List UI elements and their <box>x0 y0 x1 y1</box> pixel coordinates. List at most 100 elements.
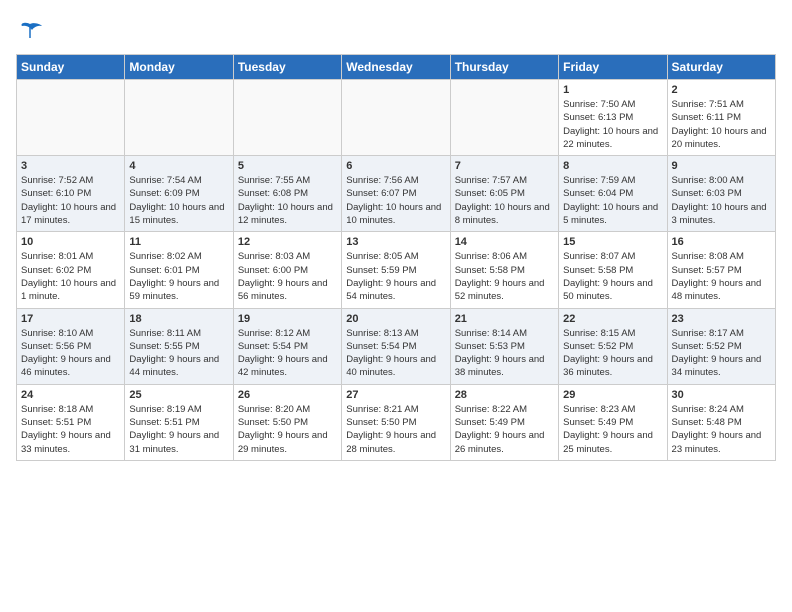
weekday-header: Sunday <box>17 55 125 80</box>
day-info: Sunrise: 8:07 AM Sunset: 5:58 PM Dayligh… <box>563 250 662 303</box>
day-info: Sunrise: 8:12 AM Sunset: 5:54 PM Dayligh… <box>238 327 337 380</box>
calendar-cell: 13Sunrise: 8:05 AM Sunset: 5:59 PM Dayli… <box>342 232 450 308</box>
day-info: Sunrise: 8:13 AM Sunset: 5:54 PM Dayligh… <box>346 327 445 380</box>
day-info: Sunrise: 7:54 AM Sunset: 6:09 PM Dayligh… <box>129 174 228 227</box>
day-number: 14 <box>455 236 554 248</box>
day-number: 26 <box>238 389 337 401</box>
day-number: 27 <box>346 389 445 401</box>
day-info: Sunrise: 8:14 AM Sunset: 5:53 PM Dayligh… <box>455 327 554 380</box>
calendar-cell: 10 Sunrise: 8:01 AM Sunset: 6:02 PM Dayli… <box>17 232 125 308</box>
day-number: 8 <box>563 160 662 172</box>
day-number: 15 <box>563 236 662 248</box>
calendar-cell: 9 Sunrise: 8:00 AM Sunset: 6:03 PM Daylig… <box>667 156 775 232</box>
day-number: 7 <box>455 160 554 172</box>
day-number: 12 <box>238 236 337 248</box>
calendar-cell <box>125 80 233 156</box>
day-number: 9 <box>672 160 771 172</box>
day-info: Sunrise: 8:10 AM Sunset: 5:56 PM Dayligh… <box>21 327 120 380</box>
day-number: 3 <box>21 160 120 172</box>
day-number: 5 <box>238 160 337 172</box>
calendar-cell: 18Sunrise: 8:11 AM Sunset: 5:55 PM Dayli… <box>125 308 233 384</box>
weekday-header: Wednesday <box>342 55 450 80</box>
day-info: Sunrise: 8:20 AM Sunset: 5:50 PM Dayligh… <box>238 403 337 456</box>
day-info: Sunrise: 8:08 AM Sunset: 5:57 PM Dayligh… <box>672 250 771 303</box>
day-info: Sunrise: 7:59 AM Sunset: 6:04 PM Dayligh… <box>563 174 662 227</box>
calendar-week-row: 3 Sunrise: 7:52 AM Sunset: 6:10 PM Daylig… <box>17 156 776 232</box>
logo <box>16 16 48 44</box>
day-info: Sunrise: 8:00 AM Sunset: 6:03 PM Dayligh… <box>672 174 771 227</box>
day-number: 24 <box>21 389 120 401</box>
day-info: Sunrise: 8:21 AM Sunset: 5:50 PM Dayligh… <box>346 403 445 456</box>
day-info: Sunrise: 8:18 AM Sunset: 5:51 PM Dayligh… <box>21 403 120 456</box>
calendar-cell <box>450 80 558 156</box>
day-info: Sunrise: 8:23 AM Sunset: 5:49 PM Dayligh… <box>563 403 662 456</box>
calendar-cell: 3 Sunrise: 7:52 AM Sunset: 6:10 PM Daylig… <box>17 156 125 232</box>
calendar-cell: 30 Sunrise: 8:24 AM Sunset: 5:48 PM Dayli… <box>667 384 775 460</box>
day-info: Sunrise: 8:11 AM Sunset: 5:55 PM Dayligh… <box>129 327 228 380</box>
weekday-header: Thursday <box>450 55 558 80</box>
day-number: 19 <box>238 313 337 325</box>
calendar-cell: 6 Sunrise: 7:56 AM Sunset: 6:07 PM Daylig… <box>342 156 450 232</box>
day-number: 20 <box>346 313 445 325</box>
day-number: 16 <box>672 236 771 248</box>
day-info: Sunrise: 8:01 AM Sunset: 6:02 PM Dayligh… <box>21 250 120 303</box>
calendar-cell: 27 Sunrise: 8:21 AM Sunset: 5:50 PM Dayli… <box>342 384 450 460</box>
day-info: Sunrise: 7:52 AM Sunset: 6:10 PM Dayligh… <box>21 174 120 227</box>
day-number: 25 <box>129 389 228 401</box>
calendar-cell: 7 Sunrise: 7:57 AM Sunset: 6:05 PM Daylig… <box>450 156 558 232</box>
day-number: 10 <box>21 236 120 248</box>
calendar-cell: 8 Sunrise: 7:59 AM Sunset: 6:04 PM Daylig… <box>559 156 667 232</box>
day-info: Sunrise: 7:56 AM Sunset: 6:07 PM Dayligh… <box>346 174 445 227</box>
day-number: 22 <box>563 313 662 325</box>
calendar-week-row: 24 Sunrise: 8:18 AM Sunset: 5:51 PM Dayli… <box>17 384 776 460</box>
calendar-table: SundayMondayTuesdayWednesdayThursdayFrid… <box>16 54 776 461</box>
calendar-cell: 15 Sunrise: 8:07 AM Sunset: 5:58 PM Dayli… <box>559 232 667 308</box>
calendar-cell: 22 Sunrise: 8:15 AM Sunset: 5:52 PM Dayli… <box>559 308 667 384</box>
day-info: Sunrise: 8:15 AM Sunset: 5:52 PM Dayligh… <box>563 327 662 380</box>
calendar-cell <box>233 80 341 156</box>
calendar-cell: 23 Sunrise: 8:17 AM Sunset: 5:52 PM Dayli… <box>667 308 775 384</box>
calendar-cell: 2Sunrise: 7:51 AM Sunset: 6:11 PM Daylig… <box>667 80 775 156</box>
day-number: 2 <box>672 84 771 96</box>
weekday-header: Monday <box>125 55 233 80</box>
calendar-cell <box>342 80 450 156</box>
calendar-cell: 28Sunrise: 8:22 AM Sunset: 5:49 PM Dayli… <box>450 384 558 460</box>
calendar-cell: 29 Sunrise: 8:23 AM Sunset: 5:49 PM Dayli… <box>559 384 667 460</box>
day-info: Sunrise: 8:03 AM Sunset: 6:00 PM Dayligh… <box>238 250 337 303</box>
calendar-cell: 5 Sunrise: 7:55 AM Sunset: 6:08 PM Daylig… <box>233 156 341 232</box>
day-info: Sunrise: 8:22 AM Sunset: 5:49 PM Dayligh… <box>455 403 554 456</box>
calendar-cell: 25Sunrise: 8:19 AM Sunset: 5:51 PM Dayli… <box>125 384 233 460</box>
calendar-cell: 4Sunrise: 7:54 AM Sunset: 6:09 PM Daylig… <box>125 156 233 232</box>
day-number: 29 <box>563 389 662 401</box>
day-number: 23 <box>672 313 771 325</box>
calendar-cell: 16 Sunrise: 8:08 AM Sunset: 5:57 PM Dayli… <box>667 232 775 308</box>
calendar-week-row: 1Sunrise: 7:50 AM Sunset: 6:13 PM Daylig… <box>17 80 776 156</box>
calendar-header-row: SundayMondayTuesdayWednesdayThursdayFrid… <box>17 55 776 80</box>
day-info: Sunrise: 8:06 AM Sunset: 5:58 PM Dayligh… <box>455 250 554 303</box>
weekday-header: Saturday <box>667 55 775 80</box>
day-info: Sunrise: 7:50 AM Sunset: 6:13 PM Dayligh… <box>563 98 662 151</box>
day-number: 17 <box>21 313 120 325</box>
calendar-cell: 21 Sunrise: 8:14 AM Sunset: 5:53 PM Dayli… <box>450 308 558 384</box>
weekday-header: Tuesday <box>233 55 341 80</box>
day-number: 30 <box>672 389 771 401</box>
calendar-cell <box>17 80 125 156</box>
day-number: 21 <box>455 313 554 325</box>
day-info: Sunrise: 7:55 AM Sunset: 6:08 PM Dayligh… <box>238 174 337 227</box>
calendar-cell: 14 Sunrise: 8:06 AM Sunset: 5:58 PM Dayli… <box>450 232 558 308</box>
day-number: 6 <box>346 160 445 172</box>
calendar-cell: 20 Sunrise: 8:13 AM Sunset: 5:54 PM Dayli… <box>342 308 450 384</box>
day-info: Sunrise: 8:24 AM Sunset: 5:48 PM Dayligh… <box>672 403 771 456</box>
calendar-week-row: 10 Sunrise: 8:01 AM Sunset: 6:02 PM Dayli… <box>17 232 776 308</box>
day-number: 13 <box>346 236 445 248</box>
day-info: Sunrise: 8:17 AM Sunset: 5:52 PM Dayligh… <box>672 327 771 380</box>
calendar-body: 1Sunrise: 7:50 AM Sunset: 6:13 PM Daylig… <box>17 80 776 461</box>
calendar-week-row: 17 Sunrise: 8:10 AM Sunset: 5:56 PM Dayli… <box>17 308 776 384</box>
calendar-cell: 19 Sunrise: 8:12 AM Sunset: 5:54 PM Dayli… <box>233 308 341 384</box>
calendar-cell: 11Sunrise: 8:02 AM Sunset: 6:01 PM Dayli… <box>125 232 233 308</box>
calendar-cell: 26 Sunrise: 8:20 AM Sunset: 5:50 PM Dayli… <box>233 384 341 460</box>
calendar-cell: 1Sunrise: 7:50 AM Sunset: 6:13 PM Daylig… <box>559 80 667 156</box>
calendar-cell: 12 Sunrise: 8:03 AM Sunset: 6:00 PM Dayli… <box>233 232 341 308</box>
day-info: Sunrise: 7:57 AM Sunset: 6:05 PM Dayligh… <box>455 174 554 227</box>
calendar-cell: 24 Sunrise: 8:18 AM Sunset: 5:51 PM Dayli… <box>17 384 125 460</box>
